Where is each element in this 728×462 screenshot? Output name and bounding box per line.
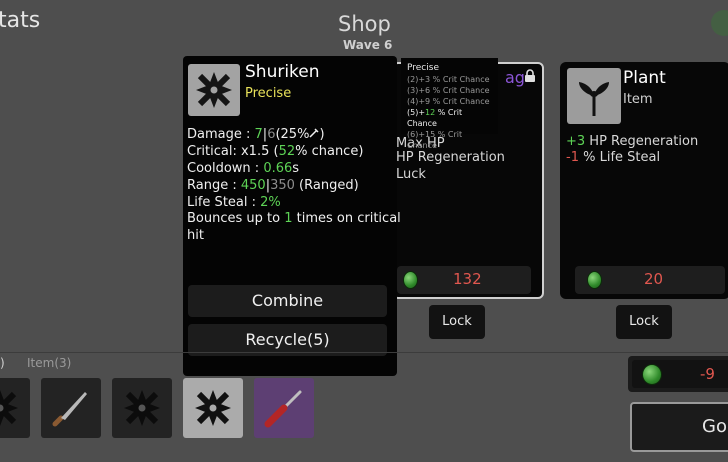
inventory-divider	[0, 352, 728, 353]
precise-tooltip-line-3: (4)+9 % Crit Chance	[407, 97, 490, 106]
plant-stat-hp-regen: +3 HP Regeneration	[566, 134, 698, 149]
weapon-tier: Precise	[245, 86, 292, 101]
shop-card-middle-title: ag	[505, 68, 525, 87]
plant-stat-2-label: % Life Steal	[578, 150, 661, 165]
stat-bounce-line-2: hit	[187, 228, 204, 243]
stat-bounce: Bounces up to 1 times on critical	[187, 211, 401, 226]
lock-icon	[525, 69, 535, 82]
coin-icon	[403, 271, 418, 289]
precise-tooltip-line-4: (5)+12 % Crit Chance	[407, 107, 492, 129]
lock-button-middle[interactable]: Lock	[429, 305, 485, 339]
lock-button-plant[interactable]: Lock	[616, 305, 672, 339]
tab-weapons[interactable]: )	[0, 356, 5, 370]
stat-range-base: 350	[270, 178, 295, 193]
stat-critical-suffix: % chance)	[295, 144, 364, 159]
stat-damage-close: )	[319, 127, 325, 142]
stat-damage-value: 7	[254, 127, 263, 142]
stat-bounce-suffix: times on critical	[292, 211, 401, 226]
inventory-slot-4-selected[interactable]	[183, 378, 243, 438]
stat-critical: Critical: x1.5 (52% chance)	[187, 144, 363, 159]
inventory-slot-5[interactable]	[254, 378, 314, 438]
precise-set-tooltip: Precise (2)+3 % Crit Chance (3)+6 % Crit…	[401, 58, 498, 150]
plant-stat-1-label: HP Regeneration	[585, 134, 699, 149]
stat-cooldown-value: 0.66	[263, 161, 293, 176]
tab-items[interactable]: Item(3)	[27, 356, 71, 370]
precise-tooltip-line-5: (6)+15 % Crit Chance	[407, 130, 463, 150]
stat-critical-value: 52	[278, 144, 296, 159]
stat-range: Range : 450|350 (Ranged)	[187, 178, 359, 193]
screwdriver-icon	[264, 390, 302, 428]
precise-tooltip-header: Precise	[407, 63, 439, 73]
stat-cooldown: Cooldown : 0.66s	[187, 161, 299, 176]
stat-bounce-value: 1	[284, 211, 293, 226]
shuriken-icon	[124, 390, 160, 426]
stat-life-steal: Life Steal : 2%	[187, 195, 281, 210]
stat-cooldown-unit: s	[292, 161, 300, 176]
precise-tooltip-line-1: (2)+3 % Crit Chance	[407, 75, 490, 84]
coin-icon	[711, 10, 728, 36]
stat-lifesteal-label: Life Steal :	[187, 195, 261, 210]
coin-icon	[642, 364, 662, 385]
plant-stat-1-value: +3	[566, 134, 586, 149]
stat-critical-label: Critical: x1.5 (	[187, 144, 279, 159]
stats-title: tats	[0, 8, 41, 33]
shuriken-icon	[195, 390, 231, 426]
weapon-name: Shuriken	[245, 62, 320, 82]
stat-damage-scaling: (25%	[275, 127, 310, 142]
plant-item-icon-box	[567, 68, 621, 124]
stat-damage-label: Damage :	[187, 127, 255, 142]
precise-tooltip-line-2: (3)+6 % Crit Chance	[407, 86, 490, 95]
go-button[interactable]: Go	[630, 402, 728, 452]
shop-card-middle-stat-2: HP Regeneration	[396, 150, 505, 165]
plant-stat-life-steal: -1 % Life Steal	[566, 150, 660, 165]
stat-bounce-prefix: Bounces up to	[187, 211, 285, 226]
stat-damage: Damage : 7|6(25%)	[187, 127, 325, 142]
stat-range-label: Range :	[187, 178, 241, 193]
combine-button[interactable]: Combine	[188, 285, 387, 317]
coin-icon	[587, 271, 602, 289]
inventory-slot-3[interactable]	[112, 378, 172, 438]
shop-title: Shop	[338, 12, 391, 36]
melee-damage-icon	[309, 128, 319, 138]
plant-stat-2-value: -1	[566, 150, 579, 165]
plant-icon	[579, 82, 609, 116]
plant-type: Item	[623, 92, 653, 107]
stat-cooldown-label: Cooldown :	[187, 161, 264, 176]
stat-range-type: (Ranged)	[294, 178, 359, 193]
shuriken-icon	[0, 390, 18, 426]
inventory-slot-1[interactable]	[0, 378, 30, 438]
wave-label: Wave 6	[343, 38, 393, 52]
precise-tooltip-active-count: (5)+	[407, 108, 426, 117]
plant-price-bar[interactable]: 20	[575, 266, 725, 294]
money-display: -9	[628, 356, 728, 392]
money-display-inner: -9	[632, 360, 728, 388]
stat-lifesteal-value: 2%	[260, 195, 281, 210]
shuriken-icon	[196, 72, 232, 108]
stat-range-value: 450	[240, 178, 266, 193]
shop-card-middle-price-bar[interactable]: 132	[397, 266, 531, 294]
plant-title: Plant	[623, 68, 666, 88]
shop-card-middle-price: 132	[453, 270, 482, 288]
money-amount: -9	[700, 365, 715, 383]
knife-icon	[52, 392, 87, 427]
precise-tooltip-active-value: 12	[425, 108, 436, 117]
plant-price: 20	[644, 270, 664, 288]
inventory-slot-2[interactable]	[41, 378, 101, 438]
shuriken-icon-box	[188, 64, 240, 116]
shop-card-middle-stat-3: Luck	[396, 167, 426, 182]
